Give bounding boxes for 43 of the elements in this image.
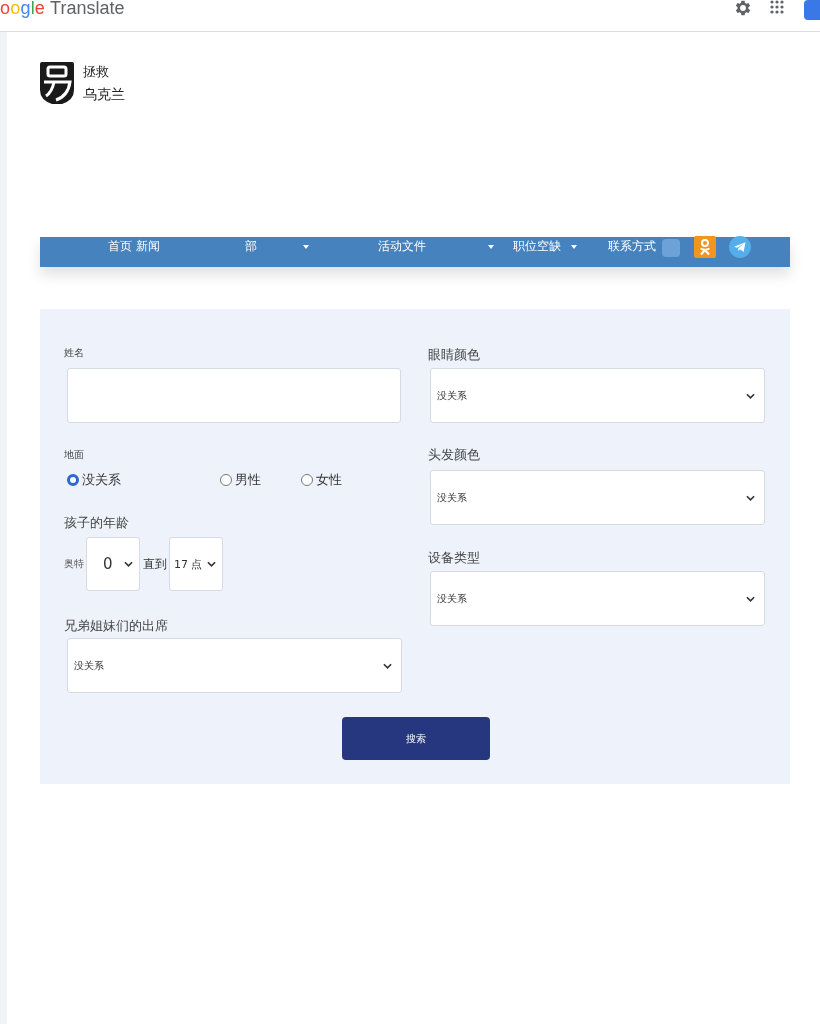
chevron-down-icon	[746, 595, 755, 602]
range-label: 奥特	[64, 558, 84, 570]
field-label: 兄弟姐妹们的出席	[64, 618, 168, 634]
settings-icon[interactable]	[733, 0, 753, 18]
search-button[interactable]: 搜索	[341, 717, 490, 760]
chevron-down-icon	[746, 392, 755, 399]
chevron-down-icon	[207, 561, 216, 567]
field-label: 头发颜色	[428, 447, 480, 463]
chevron-down-icon	[383, 662, 392, 669]
nav-item[interactable]: 活动文件	[378, 237, 494, 256]
logo-text: 乌克兰	[83, 85, 125, 103]
apps-grid-icon[interactable]	[770, 0, 784, 14]
input-field[interactable]	[67, 368, 401, 423]
radio-button[interactable]	[301, 474, 313, 486]
nav-item[interactable]: 首页 新闻	[108, 237, 160, 256]
field-label: 姓名	[64, 347, 84, 359]
site-logo-icon	[40, 62, 74, 104]
nav-item[interactable]: 联系方式	[608, 237, 656, 256]
range-label: 直到	[143, 556, 167, 572]
dropdown-field[interactable]: 17 点	[169, 537, 223, 591]
field-label: 眼睛颜色	[428, 347, 480, 363]
logo-text: 拯救	[83, 64, 109, 80]
paper-plane-icon[interactable]	[729, 236, 751, 258]
field-label: 孩子的年龄	[64, 515, 129, 531]
dropdown-field[interactable]: 0	[86, 537, 140, 591]
field-label: 设备类型	[428, 550, 480, 566]
dropdown-field[interactable]: 没关系	[67, 638, 402, 693]
radio-button[interactable]	[220, 474, 232, 486]
field-label: 地面	[64, 449, 84, 461]
figure-tile-icon[interactable]	[694, 236, 716, 258]
brand-logo-text: oogle	[0, 0, 46, 19]
dropdown-field[interactable]: 没关系	[430, 368, 765, 423]
dropdown-field[interactable]: 没关系	[430, 470, 765, 525]
chevron-down-icon	[124, 561, 133, 567]
product-name: Translate	[50, 0, 125, 19]
radio-label[interactable]: 没关系	[82, 472, 121, 488]
radio-label[interactable]: 男性	[235, 472, 261, 488]
dropdown-field[interactable]: 没关系	[430, 571, 765, 626]
nav-item[interactable]: 部	[245, 237, 309, 256]
radio-label[interactable]: 女性	[316, 472, 342, 488]
chevron-down-icon	[746, 494, 755, 501]
nav-item[interactable]: 职位空缺	[513, 237, 577, 256]
radio-button[interactable]	[67, 474, 79, 486]
